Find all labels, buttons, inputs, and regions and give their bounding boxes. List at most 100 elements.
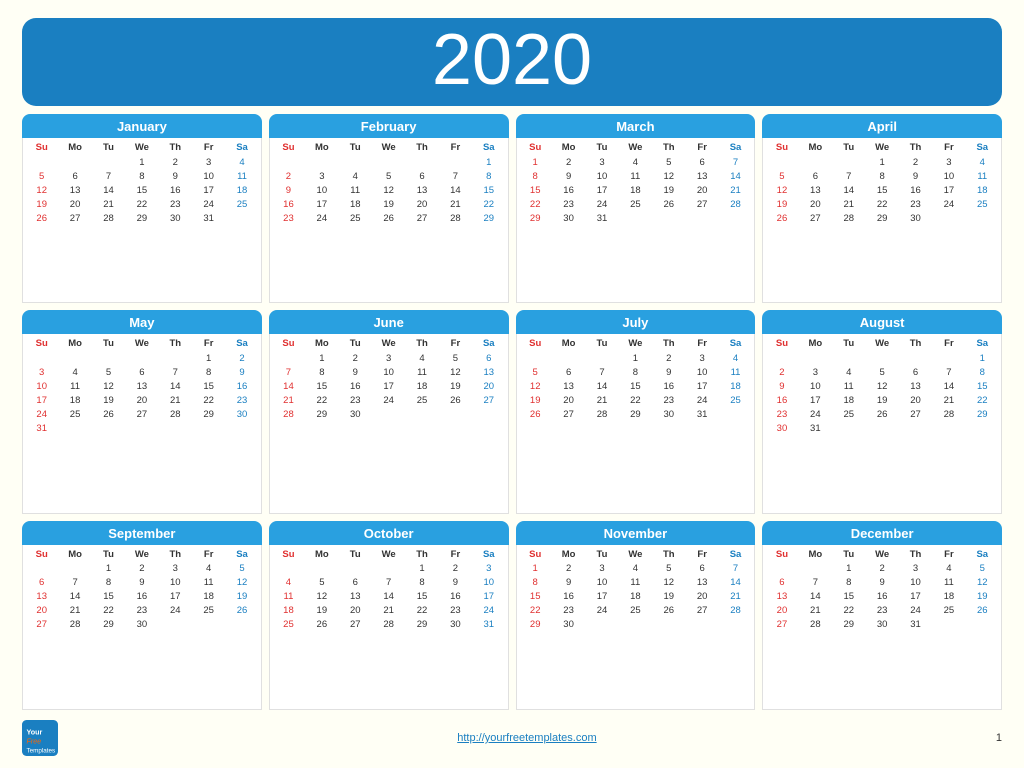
day-cell: 26: [865, 407, 898, 421]
day-cell: 18: [225, 183, 258, 197]
day-cell: [225, 211, 258, 225]
day-cell: 21: [585, 393, 618, 407]
day-header-th: Th: [652, 140, 685, 155]
day-cell: 16: [125, 590, 158, 604]
day-cell: 29: [405, 618, 438, 632]
day-cell: 26: [92, 407, 125, 421]
day-cell: 20: [125, 393, 158, 407]
day-header-mo: Mo: [799, 140, 832, 155]
day-cell: 12: [439, 365, 472, 379]
day-cell: 11: [619, 576, 652, 590]
month-title: April: [762, 114, 1002, 138]
day-cell: 11: [272, 590, 305, 604]
day-cell: 30: [899, 211, 932, 225]
day-cell: 9: [272, 183, 305, 197]
day-cell: 6: [685, 562, 718, 576]
day-cell: [472, 407, 505, 421]
day-cell: [192, 421, 225, 435]
day-cell: 28: [719, 197, 752, 211]
day-header-th: Th: [405, 547, 438, 562]
day-cell: 19: [765, 197, 798, 211]
day-cell: 10: [25, 379, 58, 393]
day-cell: 26: [439, 393, 472, 407]
day-cell: 3: [305, 169, 338, 183]
day-cell: [25, 562, 58, 576]
day-cell: 7: [92, 169, 125, 183]
day-cell: 20: [765, 604, 798, 618]
day-cell: [58, 421, 91, 435]
day-cell: 30: [339, 407, 372, 421]
day-cell: 28: [92, 211, 125, 225]
day-header-su: Su: [272, 336, 305, 351]
day-cell: 12: [25, 183, 58, 197]
day-cell: 15: [519, 590, 552, 604]
day-cell: 10: [585, 576, 618, 590]
day-cell: [58, 562, 91, 576]
days-grid: 1234567891011121314151617181920212223242…: [765, 155, 999, 225]
day-cell: 10: [799, 379, 832, 393]
logo: Your Free Templates: [22, 720, 58, 756]
day-cell: 5: [439, 351, 472, 365]
day-cell: 1: [865, 155, 898, 169]
day-cell: 10: [159, 576, 192, 590]
day-cell: 9: [552, 576, 585, 590]
day-cell: 18: [619, 183, 652, 197]
day-cell: 9: [339, 365, 372, 379]
day-header-mo: Mo: [305, 336, 338, 351]
day-cell: 2: [899, 155, 932, 169]
day-cell: 31: [192, 211, 225, 225]
day-cell: 25: [192, 604, 225, 618]
day-header-sa: Sa: [225, 140, 258, 155]
day-cell: [619, 211, 652, 225]
month-title: July: [516, 310, 756, 334]
day-cell: 15: [405, 590, 438, 604]
day-cell: 23: [552, 604, 585, 618]
month-title: May: [22, 310, 262, 334]
day-cell: 14: [799, 590, 832, 604]
day-cell: 21: [932, 393, 965, 407]
day-cell: 5: [519, 365, 552, 379]
day-cell: 28: [272, 407, 305, 421]
day-header-tu: Tu: [832, 547, 865, 562]
day-cell: 21: [58, 604, 91, 618]
day-cell: 21: [799, 604, 832, 618]
footer-url[interactable]: http://yourfreetemplates.com: [457, 732, 596, 744]
day-headers-row: SuMoTuWeThFrSa: [765, 547, 999, 562]
day-header-we: We: [125, 336, 158, 351]
day-cell: 24: [685, 393, 718, 407]
day-cell: 15: [519, 183, 552, 197]
day-cell: [619, 618, 652, 632]
day-cell: 20: [685, 590, 718, 604]
day-cell: 16: [552, 590, 585, 604]
day-header-mo: Mo: [799, 336, 832, 351]
day-header-th: Th: [899, 140, 932, 155]
day-cell: 23: [272, 211, 305, 225]
day-cell: 27: [58, 211, 91, 225]
day-cell: 27: [765, 618, 798, 632]
month-block-september: SeptemberSuMoTuWeThFrSa12345678910111213…: [22, 521, 262, 710]
day-cell: 27: [25, 618, 58, 632]
day-cell: 26: [765, 211, 798, 225]
day-cell: 2: [865, 562, 898, 576]
month-title: February: [269, 114, 509, 138]
day-cell: 19: [25, 197, 58, 211]
day-header-su: Su: [519, 547, 552, 562]
day-cell: 8: [619, 365, 652, 379]
day-headers-row: SuMoTuWeThFrSa: [765, 336, 999, 351]
day-cell: 20: [58, 197, 91, 211]
day-cell: 11: [619, 169, 652, 183]
day-cell: 7: [159, 365, 192, 379]
day-cell: [25, 351, 58, 365]
day-cell: 14: [719, 169, 752, 183]
day-cell: 15: [192, 379, 225, 393]
day-cell: 1: [305, 351, 338, 365]
day-cell: 21: [92, 197, 125, 211]
day-cell: 20: [405, 197, 438, 211]
days-grid: 1234567891011121314151617181920212223242…: [519, 351, 753, 421]
day-cell: 10: [305, 183, 338, 197]
day-cell: 3: [932, 155, 965, 169]
day-cell: 24: [585, 604, 618, 618]
day-cell: 6: [339, 576, 372, 590]
days-grid: 1234567891011121314151617181920212223242…: [765, 351, 999, 435]
day-cell: 27: [125, 407, 158, 421]
